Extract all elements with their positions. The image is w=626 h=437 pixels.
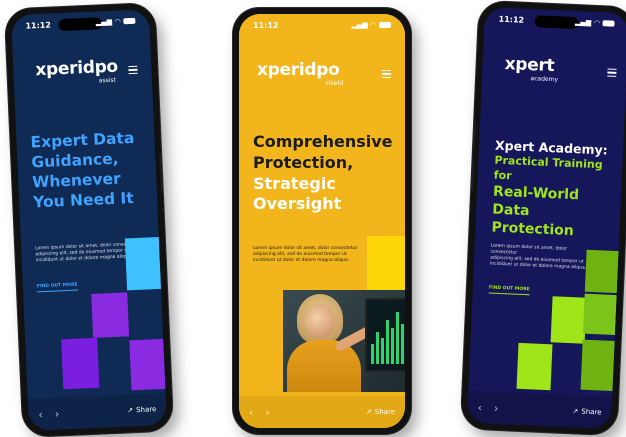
phone-assist: 11:12 ▂▄▆ ◠ xperidpo assist Expert Data … [4, 2, 174, 437]
side-button [471, 120, 477, 151]
status-time: 11:12 [253, 20, 279, 30]
decor-block [582, 293, 617, 336]
headline-line: Oversight [253, 194, 342, 214]
body-line: incididunt ut dolor et dolore magna aliq… [253, 258, 350, 264]
back-icon[interactable]: ‹ [38, 408, 43, 421]
share-label: Share [581, 407, 602, 417]
status-time: 11:12 [25, 19, 52, 31]
share-button[interactable]: ↗ Share [127, 405, 156, 414]
side-button [159, 152, 164, 193]
hamburger-menu-icon[interactable] [607, 68, 617, 78]
logo-text: xpert [504, 53, 555, 77]
status-icons: ▂▄▆ ◠ [351, 21, 391, 29]
signal-icon: ▂▄▆ [351, 21, 368, 29]
browser-nav: ‹ › [38, 407, 59, 421]
status-icons: ▂▄▆ ◠ [96, 17, 136, 27]
hamburger-menu-icon[interactable] [128, 65, 138, 76]
forward-icon[interactable]: › [265, 406, 269, 419]
share-label: Share [374, 408, 395, 416]
hamburger-menu-icon[interactable] [382, 70, 391, 80]
wifi-icon: ◠ [593, 18, 600, 28]
back-icon[interactable]: ‹ [477, 401, 482, 414]
body-text: Lorem ipsum dolor sit amet, dolor consec… [490, 244, 595, 273]
forward-icon[interactable]: › [55, 407, 60, 420]
decor-block [124, 236, 162, 291]
share-label: Share [135, 405, 157, 415]
share-icon: ↗ [572, 407, 579, 416]
headline-line: Protection, [253, 152, 354, 172]
forward-icon[interactable]: › [494, 401, 499, 414]
find-out-more-link[interactable]: FIND OUT MORE [36, 282, 78, 293]
headline-line: Strategic [253, 173, 336, 193]
browser-bottom-bar: ‹ › ↗ Share [466, 390, 613, 429]
screen-academy: 11:12 ▂▄▆ ◠ xpert academy Xpert Academy:… [466, 7, 626, 429]
share-button[interactable]: ↗ Share [366, 408, 395, 416]
decor-block [580, 339, 615, 391]
decor-block [129, 338, 166, 391]
browser-bottom-bar: ‹ › ↗ Share [27, 392, 168, 431]
decor-block [584, 249, 619, 294]
brand-logo[interactable]: xperidpo assist [35, 57, 118, 85]
wifi-icon: ◠ [370, 21, 376, 29]
status-icons: ▂▄▆ ◠ [575, 18, 615, 28]
headline-line: Comprehensive [253, 132, 393, 151]
hero-headline: Expert Data Guidance, Whenever You Need … [30, 128, 137, 213]
battery-icon [379, 22, 391, 28]
brand-logo[interactable]: xperidpo shield [257, 60, 343, 87]
wifi-icon: ◠ [114, 17, 121, 26]
status-bar: 11:12 ▂▄▆ ◠ [11, 9, 150, 37]
find-out-more-link[interactable]: FIND OUT MORE [488, 285, 530, 296]
brand-logo[interactable]: xpert academy [504, 53, 565, 83]
browser-nav: ‹ › [477, 401, 498, 415]
logo-text: xperidpo [257, 60, 340, 80]
screen-shield: 11:12 ▂▄▆ ◠ xperidpo shield Comprehensiv… [239, 14, 405, 428]
share-icon: ↗ [127, 406, 134, 415]
signal-icon: ▂▄▆ [95, 17, 113, 27]
hero-headline: Xpert Academy: Practical Training for Re… [491, 138, 623, 243]
battery-icon [123, 17, 136, 25]
browser-nav: ‹ › [249, 406, 270, 419]
decor-block [550, 296, 587, 344]
person-body [287, 340, 361, 392]
status-bar: 11:12 ▂▄▆ ◠ [239, 14, 405, 36]
logo-subtitle: shield [325, 80, 343, 87]
status-time: 11:12 [498, 14, 525, 25]
person-face [305, 304, 335, 338]
battery-icon [602, 20, 615, 27]
headline-line: Real-World Data [491, 183, 580, 220]
screen-assist: 11:12 ▂▄▆ ◠ xperidpo assist Expert Data … [10, 9, 168, 431]
hero-photo [283, 290, 405, 392]
phone-shield: 11:12 ▂▄▆ ◠ xperidpo shield Comprehensiv… [233, 8, 411, 434]
logo-subtitle: academy [530, 75, 559, 84]
decor-block [61, 337, 100, 390]
hero-headline: Comprehensive Protection, Strategic Over… [253, 132, 393, 215]
signal-icon: ▂▄▆ [574, 17, 592, 27]
share-icon: ↗ [365, 408, 372, 416]
status-bar: 11:12 ▂▄▆ ◠ [484, 7, 626, 35]
side-button [470, 160, 475, 191]
decor-block [367, 236, 405, 290]
decor-block [91, 292, 130, 338]
decor-block [516, 342, 553, 391]
back-icon[interactable]: ‹ [249, 406, 253, 419]
browser-bottom-bar: ‹ › ↗ Share [239, 396, 405, 428]
phone-academy: 11:12 ▂▄▆ ◠ xpert academy Xpert Academy:… [460, 0, 626, 436]
headline-line: You Need It [32, 189, 135, 212]
logo-subtitle: assist [98, 76, 117, 85]
body-text: Lorem ipsum dolor sit amet, dolor consec… [253, 246, 363, 264]
share-button[interactable]: ↗ Share [572, 407, 601, 416]
monitor [365, 298, 405, 372]
